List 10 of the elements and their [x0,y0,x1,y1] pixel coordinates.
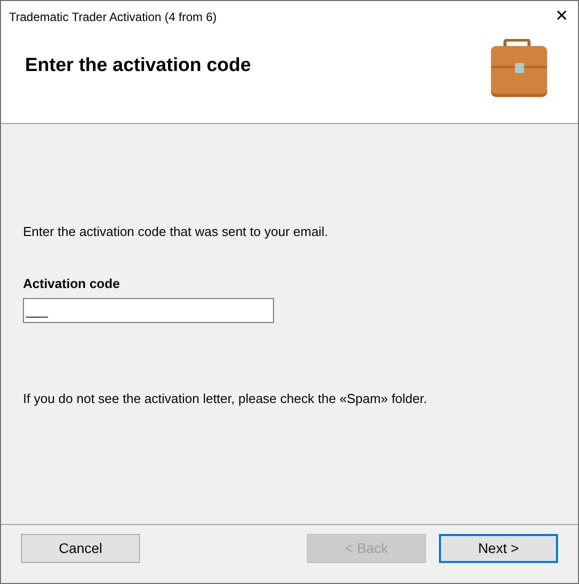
activation-code-field[interactable]: ___ [23,298,274,323]
instruction-text: Enter the activation code that was sent to your email. [23,223,329,241]
field-label: Activation code [23,274,121,292]
page-heading: Enter the activation code [25,54,251,78]
spam-note: If you do not see the activation letter, please check the «Spam» folder. [23,390,428,408]
briefcase-icon [490,39,548,97]
cancel-button[interactable]: Cancel [21,534,140,563]
window-title: Tradematic Trader Activation (4 from 6) [9,9,217,26]
next-button[interactable]: Next > [439,534,558,563]
close-button[interactable]: ✕ [555,9,568,25]
